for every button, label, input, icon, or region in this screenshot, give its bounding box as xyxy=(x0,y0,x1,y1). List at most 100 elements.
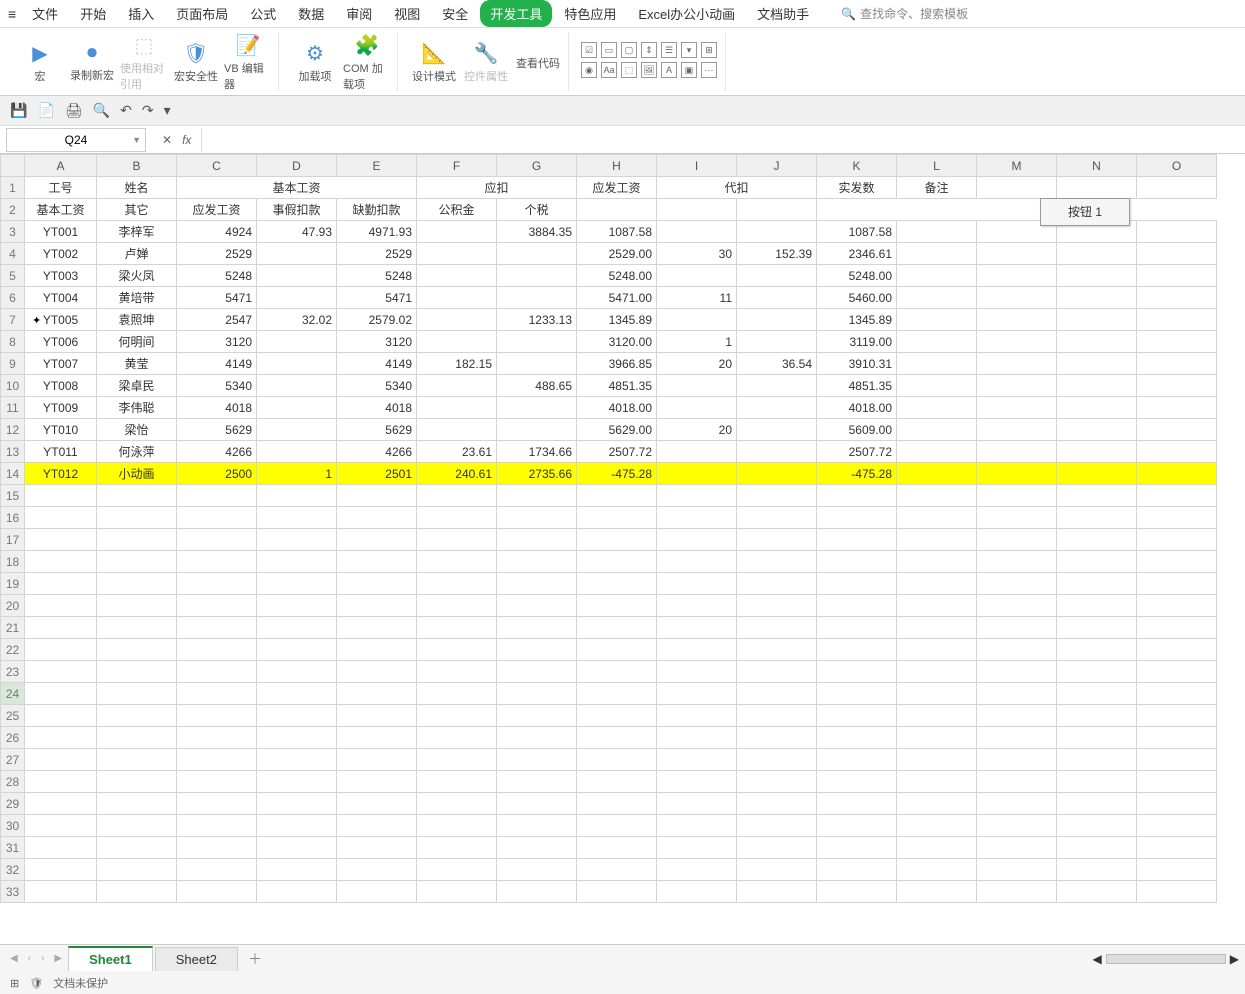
cell-B32[interactable] xyxy=(97,859,177,881)
cell-D31[interactable] xyxy=(257,837,337,859)
cell-G26[interactable] xyxy=(497,727,577,749)
cell-B3[interactable]: 李梓军 xyxy=(97,221,177,243)
cell-F32[interactable] xyxy=(417,859,497,881)
cell-O23[interactable] xyxy=(1137,661,1217,683)
row-header-30[interactable]: 30 xyxy=(1,815,25,837)
cell-F25[interactable] xyxy=(417,705,497,727)
cell-C13[interactable]: 4266 xyxy=(177,441,257,463)
cell-C25[interactable] xyxy=(177,705,257,727)
cell-O22[interactable] xyxy=(1137,639,1217,661)
cell-H21[interactable] xyxy=(577,617,657,639)
fx-icon[interactable]: fx xyxy=(182,133,191,147)
cell-L3[interactable] xyxy=(897,221,977,243)
print-preview-icon[interactable]: 🔍 xyxy=(93,102,110,119)
cell-G4[interactable] xyxy=(497,243,577,265)
cell-N4[interactable] xyxy=(1057,243,1137,265)
cell-C17[interactable] xyxy=(177,529,257,551)
cell-A11[interactable]: YT009 xyxy=(25,397,97,419)
cell-A29[interactable] xyxy=(25,793,97,815)
cell-C27[interactable] xyxy=(177,749,257,771)
cell-G15[interactable] xyxy=(497,485,577,507)
ribbon-COM 加载项[interactable]: 🧩COM 加载项 xyxy=(343,32,391,92)
cell[interactable] xyxy=(1057,177,1137,199)
cell-I16[interactable] xyxy=(657,507,737,529)
name-box-dropdown-icon[interactable]: ▼ xyxy=(132,135,141,145)
cell-L6[interactable] xyxy=(897,287,977,309)
cell-C20[interactable] xyxy=(177,595,257,617)
cell-A21[interactable] xyxy=(25,617,97,639)
cell-N7[interactable] xyxy=(1057,309,1137,331)
cell-F10[interactable] xyxy=(417,375,497,397)
cell-L17[interactable] xyxy=(897,529,977,551)
cell-L19[interactable] xyxy=(897,573,977,595)
cell-N23[interactable] xyxy=(1057,661,1137,683)
cell-H13[interactable]: 2507.72 xyxy=(577,441,657,463)
row-header-22[interactable]: 22 xyxy=(1,639,25,661)
cell-L9[interactable] xyxy=(897,353,977,375)
cell-B14[interactable]: 小动画 xyxy=(97,463,177,485)
cell-F5[interactable] xyxy=(417,265,497,287)
cell-H10[interactable]: 4851.35 xyxy=(577,375,657,397)
cell-D13[interactable] xyxy=(257,441,337,463)
cell-C9[interactable]: 4149 xyxy=(177,353,257,375)
row-header-4[interactable]: 4 xyxy=(1,243,25,265)
scroll-control-icon[interactable]: ⊞ xyxy=(701,42,717,58)
subheader-cell[interactable]: 应发工资 xyxy=(177,199,257,221)
cell-F15[interactable] xyxy=(417,485,497,507)
cell-K5[interactable]: 5248.00 xyxy=(817,265,897,287)
redo-icon[interactable]: ↷ xyxy=(142,102,154,119)
cell-A24[interactable] xyxy=(25,683,97,705)
row-header-14[interactable]: 14 xyxy=(1,463,25,485)
cell-C3[interactable]: 4924 xyxy=(177,221,257,243)
cell-G9[interactable] xyxy=(497,353,577,375)
cell-D23[interactable] xyxy=(257,661,337,683)
cell-J16[interactable] xyxy=(737,507,817,529)
row-header-2[interactable]: 2 xyxy=(1,199,25,221)
cell-K8[interactable]: 3119.00 xyxy=(817,331,897,353)
cell-B23[interactable] xyxy=(97,661,177,683)
cell-G23[interactable] xyxy=(497,661,577,683)
row-header-25[interactable]: 25 xyxy=(1,705,25,727)
horizontal-scrollbar[interactable] xyxy=(1106,954,1226,964)
cell-I21[interactable] xyxy=(657,617,737,639)
cell-G18[interactable] xyxy=(497,551,577,573)
cell-E4[interactable]: 2529 xyxy=(337,243,417,265)
cell-O32[interactable] xyxy=(1137,859,1217,881)
cell-A33[interactable] xyxy=(25,881,97,903)
menu-开发工具[interactable]: 开发工具 xyxy=(480,0,552,27)
cell-J32[interactable] xyxy=(737,859,817,881)
cell-H4[interactable]: 2529.00 xyxy=(577,243,657,265)
cell-C21[interactable] xyxy=(177,617,257,639)
cell-M22[interactable] xyxy=(977,639,1057,661)
row-header-3[interactable]: 3 xyxy=(1,221,25,243)
cell-E21[interactable] xyxy=(337,617,417,639)
cell-M31[interactable] xyxy=(977,837,1057,859)
cell-K31[interactable] xyxy=(817,837,897,859)
cell-F6[interactable] xyxy=(417,287,497,309)
cell-A4[interactable]: YT002 xyxy=(25,243,97,265)
cell-C33[interactable] xyxy=(177,881,257,903)
cell-C11[interactable]: 4018 xyxy=(177,397,257,419)
cell-M15[interactable] xyxy=(977,485,1057,507)
cell-E15[interactable] xyxy=(337,485,417,507)
cell-D20[interactable] xyxy=(257,595,337,617)
cell-O16[interactable] xyxy=(1137,507,1217,529)
cell-I8[interactable]: 1 xyxy=(657,331,737,353)
cell-C22[interactable] xyxy=(177,639,257,661)
protect-status-icon[interactable]: 🛡 xyxy=(29,977,43,990)
menu-Excel办公小动画[interactable]: Excel办公小动画 xyxy=(628,0,745,27)
cell-G6[interactable] xyxy=(497,287,577,309)
tab-nav-last-icon[interactable]: ▶ xyxy=(50,953,66,964)
cell-B10[interactable]: 梁卓民 xyxy=(97,375,177,397)
cell-M20[interactable] xyxy=(977,595,1057,617)
cell-F20[interactable] xyxy=(417,595,497,617)
ribbon-设计模式[interactable]: 📐设计模式 xyxy=(410,32,458,92)
cell-A32[interactable] xyxy=(25,859,97,881)
cell-L12[interactable] xyxy=(897,419,977,441)
cell-J26[interactable] xyxy=(737,727,817,749)
cell-L24[interactable] xyxy=(897,683,977,705)
cell-O29[interactable] xyxy=(1137,793,1217,815)
col-header-D[interactable]: D xyxy=(257,155,337,177)
cell-D29[interactable] xyxy=(257,793,337,815)
cell-B33[interactable] xyxy=(97,881,177,903)
